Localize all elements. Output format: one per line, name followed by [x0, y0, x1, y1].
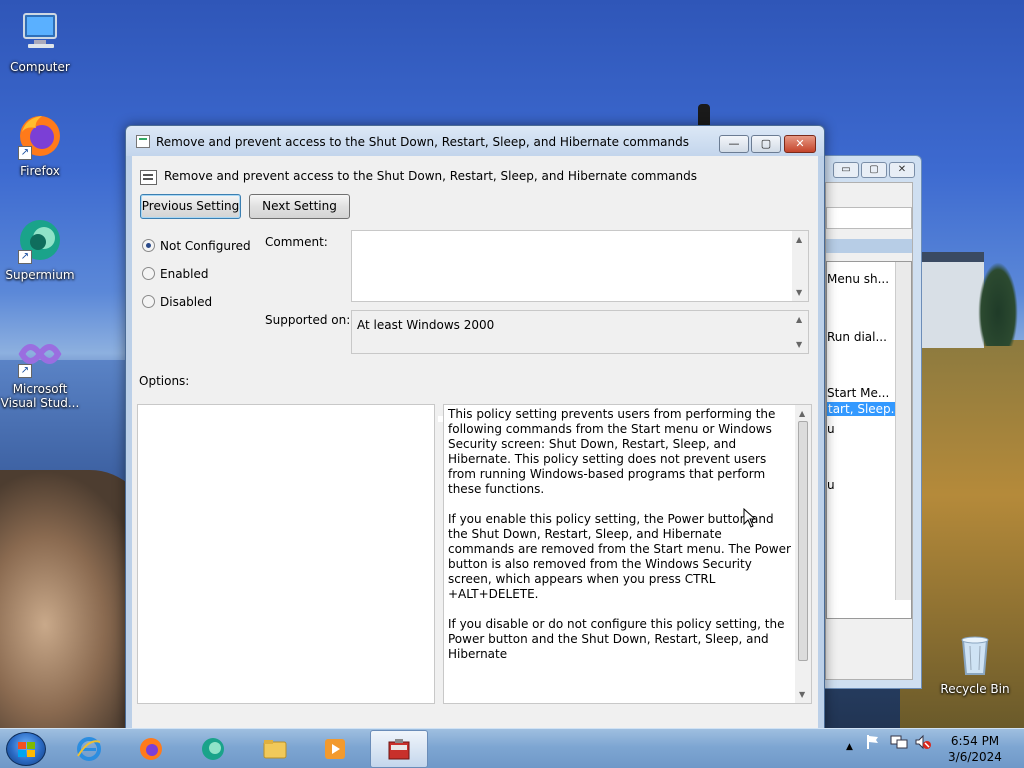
setting-header: Remove and prevent access to the Shut Do… — [164, 169, 697, 183]
supermium-icon: ↗ — [16, 216, 64, 264]
radio-selected-icon — [142, 239, 155, 252]
computer-icon — [16, 8, 64, 56]
volume-muted-icon[interactable] — [914, 734, 932, 753]
desktop-icon-label: Computer — [10, 60, 70, 74]
action-center-flag-icon[interactable] — [866, 734, 880, 753]
taskbar-media-player[interactable] — [308, 730, 362, 768]
desktop-icon-label: Recycle Bin — [940, 682, 1010, 696]
radio-disabled[interactable]: Disabled — [142, 295, 212, 309]
radio-not-configured[interactable]: Not Configured — [142, 239, 251, 253]
taskbar-supermium[interactable] — [186, 730, 240, 768]
taskbar-file-explorer[interactable] — [248, 730, 302, 768]
background-toolbar — [826, 207, 912, 229]
background-window-client: Menu sh... Run dial... Start Me... tart,… — [825, 182, 913, 680]
network-icon[interactable] — [890, 734, 908, 753]
options-label: Options: — [139, 374, 190, 388]
radio-label: Enabled — [160, 267, 209, 281]
visual-studio-icon: ↗ — [16, 330, 64, 378]
taskbar-internet-explorer[interactable] — [62, 730, 116, 768]
taskbar-firefox[interactable] — [124, 730, 178, 768]
scroll-down-icon[interactable]: ▼ — [796, 288, 802, 297]
list-item[interactable]: Start Me... — [827, 386, 889, 400]
internet-explorer-icon — [76, 736, 102, 762]
help-scrollbar[interactable]: ▲ ▼ — [795, 405, 811, 703]
help-pane: This policy setting prevents users from … — [443, 404, 812, 704]
previous-setting-button[interactable]: Previous Setting — [140, 194, 241, 219]
scroll-up-icon[interactable]: ▲ — [799, 409, 805, 418]
media-player-icon — [322, 736, 348, 762]
supported-on-label: Supported on: — [265, 313, 351, 327]
shortcut-arrow-icon: ↗ — [18, 146, 32, 160]
taskbar-group-policy-editor[interactable] — [370, 730, 428, 768]
policy-icon — [136, 135, 150, 148]
desktop-icon-label: Firefox — [20, 164, 60, 178]
system-clock[interactable]: 6:54 PM 3/6/2024 — [940, 733, 1010, 765]
desktop-icon-firefox[interactable]: ↗ Firefox — [0, 112, 80, 178]
desktop-icon-label: Supermium — [5, 268, 75, 282]
supported-scrollbar[interactable]: ▲ ▼ — [792, 311, 808, 353]
minimize-button[interactable]: ▭ — [833, 162, 859, 178]
clock-time: 6:54 PM — [950, 734, 1000, 748]
desktop-icon-computer[interactable]: Computer — [0, 8, 80, 74]
background-window[interactable]: ▭ ▢ ✕ Menu sh... Run dial... Start Me...… — [818, 155, 922, 689]
scroll-up-icon[interactable]: ▲ — [796, 235, 802, 244]
recycle-bin-icon — [951, 630, 999, 678]
scroll-up-icon[interactable]: ▲ — [796, 315, 802, 324]
title-bar[interactable]: Remove and prevent access to the Shut Do… — [126, 126, 824, 156]
group-policy-icon — [386, 737, 412, 763]
desktop-icon-visual-studio[interactable]: ↗ Microsoft Visual Stud... — [0, 330, 80, 410]
scroll-down-icon[interactable]: ▼ — [796, 340, 802, 349]
setting-icon — [140, 170, 157, 185]
radio-enabled[interactable]: Enabled — [142, 267, 209, 281]
shortcut-arrow-icon: ↗ — [18, 364, 32, 378]
dialog-client: Remove and prevent access to the Shut Do… — [132, 156, 818, 729]
supported-on-value: At least Windows 2000 — [357, 318, 495, 332]
list-item[interactable]: u — [827, 478, 835, 492]
wallpaper-house — [920, 252, 984, 348]
show-hidden-icons-button[interactable]: ▲ — [846, 742, 853, 752]
vertical-scrollbar[interactable] — [895, 262, 911, 600]
minimize-button[interactable]: — — [719, 135, 749, 153]
maximize-button[interactable]: ▢ — [751, 135, 781, 153]
list-item[interactable]: Menu sh... — [827, 272, 889, 286]
close-button[interactable]: ✕ — [784, 135, 816, 153]
close-button[interactable]: ✕ — [889, 162, 915, 178]
next-setting-button[interactable]: Next Setting — [249, 194, 350, 219]
list-item[interactable]: Run dial... — [827, 330, 887, 344]
policy-setting-list[interactable]: Menu sh... Run dial... Start Me... tart,… — [826, 261, 912, 619]
desktop-icon-supermium[interactable]: ↗ Supermium — [0, 216, 80, 282]
supported-on-field: At least Windows 2000 ▲ ▼ — [351, 310, 809, 354]
firefox-icon — [138, 736, 164, 762]
maximize-button[interactable]: ▢ — [861, 162, 887, 178]
comment-label: Comment: — [265, 235, 328, 249]
clock-date: 3/6/2024 — [948, 750, 1002, 764]
wallpaper-tree — [978, 262, 1018, 346]
mouse-cursor-icon — [743, 507, 757, 531]
radio-icon — [142, 295, 155, 308]
shortcut-arrow-icon: ↗ — [18, 250, 32, 264]
desktop-icon-label: Microsoft Visual Stud... — [0, 382, 80, 410]
policy-setting-dialog: Remove and prevent access to the Shut Do… — [125, 125, 825, 730]
folder-icon — [262, 736, 288, 762]
desktop-icon-recycle-bin[interactable]: Recycle Bin — [935, 630, 1015, 696]
radio-label: Disabled — [160, 295, 213, 309]
radio-icon — [142, 267, 155, 280]
windows-logo-icon — [18, 742, 36, 758]
radio-label: Not Configured — [160, 239, 251, 253]
options-pane — [137, 404, 435, 704]
help-text: This policy setting prevents users from … — [448, 407, 791, 661]
window-title: Remove and prevent access to the Shut Do… — [156, 135, 689, 149]
background-header-strip — [826, 239, 912, 253]
scroll-down-icon[interactable]: ▼ — [799, 690, 805, 699]
supermium-icon — [200, 736, 226, 762]
list-item[interactable]: u — [827, 422, 835, 436]
comment-field[interactable]: ▲ ▼ — [351, 230, 809, 302]
firefox-icon: ↗ — [16, 112, 64, 160]
comment-scrollbar[interactable]: ▲ ▼ — [792, 231, 808, 301]
scroll-thumb[interactable] — [798, 421, 808, 661]
start-button[interactable] — [6, 732, 46, 766]
wallpaper-lighthouse — [698, 104, 710, 126]
list-item-selected[interactable]: tart, Sleep... — [827, 402, 902, 416]
